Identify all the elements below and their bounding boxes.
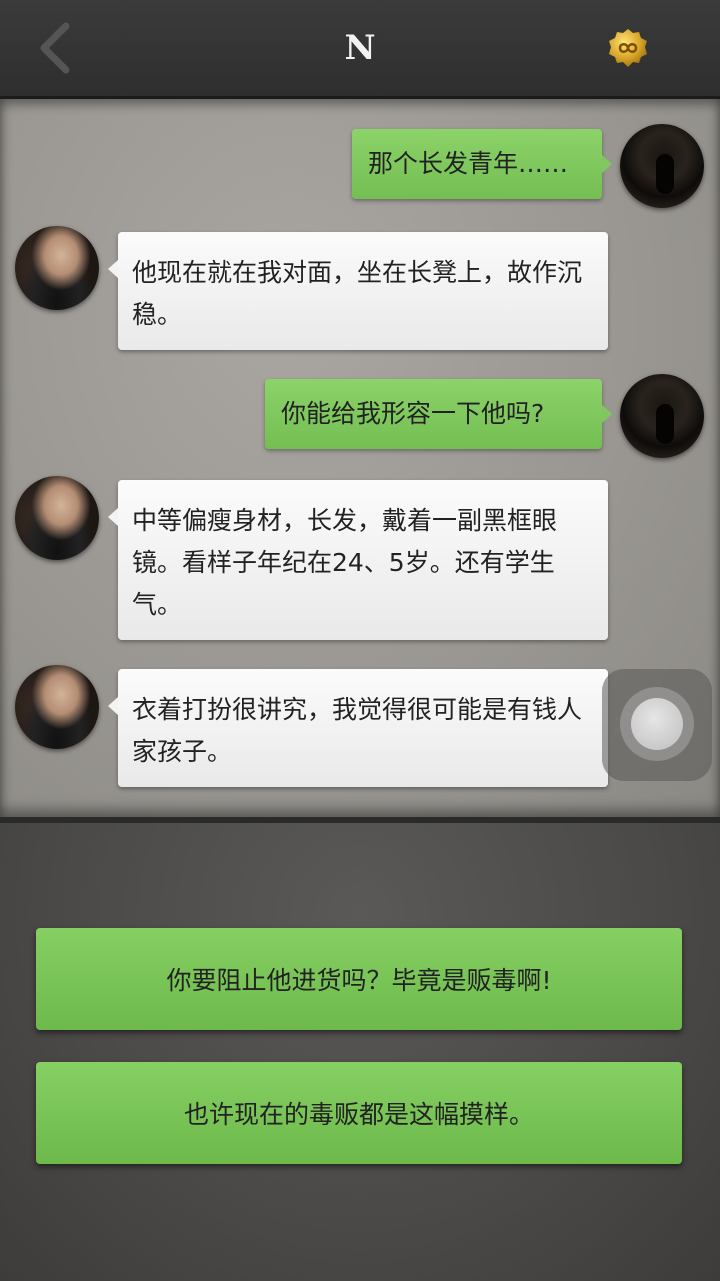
assistive-touch-button[interactable] <box>602 669 712 781</box>
coin-infinity-icon[interactable] <box>608 28 648 68</box>
choice-button[interactable]: 你要阻止他进货吗？毕竟是贩毒啊! <box>36 928 682 1030</box>
avatar-contact[interactable] <box>15 476 99 560</box>
top-bar: N <box>0 0 720 99</box>
message-bubble-received: 中等偏瘦身材，长发，戴着一副黑框眼镜。看样子年纪在24、5岁。还有学生气。 <box>108 480 608 640</box>
message-bubble-sent: 那个长发青年…… <box>352 129 612 199</box>
avatar-contact[interactable] <box>15 665 99 749</box>
choice-button[interactable]: 也许现在的毒贩都是这幅摸样。 <box>36 1062 682 1164</box>
message-bubble-sent: 你能给我形容一下他吗? <box>265 379 612 449</box>
avatar-me[interactable] <box>620 374 704 458</box>
message-bubble-received: 他现在就在我对面，坐在长凳上，故作沉稳。 <box>108 232 608 350</box>
choices-panel: 你要阻止他进货吗？毕竟是贩毒啊! 也许现在的毒贩都是这幅摸样。 <box>0 823 720 1281</box>
chat-area[interactable]: 那个长发青年…… 他现在就在我对面，坐在长凳上，故作沉稳。 你能给我形容一下他吗… <box>0 99 720 823</box>
message-bubble-received: 衣着打扮很讲究，我觉得很可能是有钱人家孩子。 <box>108 669 608 787</box>
assistive-touch-dot <box>631 698 683 750</box>
avatar-me[interactable] <box>620 124 704 208</box>
avatar-contact[interactable] <box>15 226 99 310</box>
